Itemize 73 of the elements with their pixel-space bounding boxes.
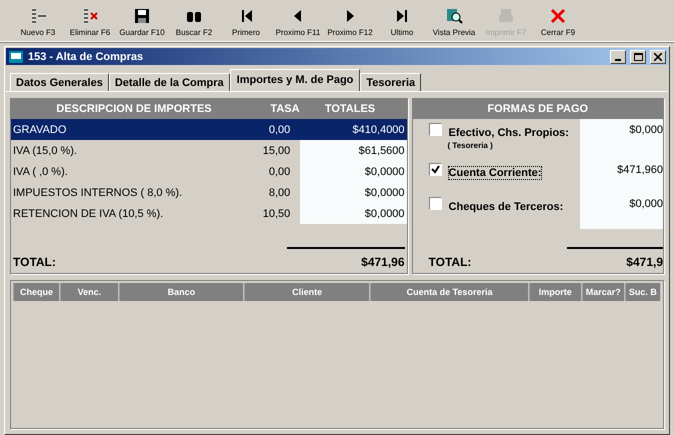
amount-text: $0,000: [628, 123, 663, 138]
toolbar-button[interactable]: Proximo F12: [324, 2, 376, 42]
column-header[interactable]: Importe: [528, 283, 582, 301]
column-header: DESCRIPCION DE IMPORTES: [55, 103, 213, 115]
window-title: 153 - Alta de Compras: [28, 50, 144, 62]
tab[interactable]: Tesoreria: [360, 73, 422, 91]
total-value: $471,9: [567, 247, 663, 269]
table-cell-text: RETENCION DE IVA (10,5 %).: [12, 206, 164, 222]
table-row[interactable]: RETENCION DE IVA (10,5 %). 10,50 $0,0000: [11, 203, 407, 224]
table-cell: $0,0000: [300, 182, 407, 203]
note-text: ( Tesoreria ): [448, 141, 494, 150]
column-header: TOTALES: [324, 103, 376, 115]
magnifier-icon: [445, 7, 463, 25]
app-icon: [8, 50, 24, 64]
toolbar-button[interactable]: Primero: [220, 2, 272, 42]
column-header: TASA: [269, 103, 301, 115]
checkbox-label[interactable]: Cheques de Terceros:: [448, 200, 564, 214]
close-icon: [654, 52, 662, 60]
toolbar-button[interactable]: Ultimo: [376, 2, 428, 42]
table-cell-text: 0,00: [268, 164, 292, 180]
toolbar-button[interactable]: Buscar F2: [168, 2, 220, 42]
toolbar-button[interactable]: Proximo F11: [272, 2, 324, 42]
minimize-button[interactable]: [610, 50, 626, 64]
table-cell-text: IVA ( ,0 %).: [12, 164, 69, 180]
checkbox-label[interactable]: Cuenta Corriente:: [448, 166, 542, 180]
table-cell-text: IMPUESTOS INTERNOS ( 8,0 %).: [12, 186, 184, 200]
total-label: TOTAL:: [13, 255, 56, 269]
table-cell-text: GRAVADO: [12, 122, 68, 138]
maximize-button[interactable]: [630, 50, 646, 64]
amount-text: $471,960: [616, 163, 663, 178]
total-label: TOTAL:: [428, 255, 472, 269]
table-cell-text: $410,4000: [352, 122, 406, 138]
toolbar-button[interactable]: Guardar F10: [116, 2, 168, 42]
check-icon: [430, 165, 440, 174]
column-header[interactable]: Banco: [118, 283, 244, 301]
column-header[interactable]: Venc.: [60, 283, 119, 301]
total-value: $471,96: [286, 247, 405, 269]
column-header[interactable]: Suc. B: [624, 283, 661, 301]
column-header[interactable]: Marcar?: [582, 283, 625, 301]
column-header[interactable]: Cuenta de Tesoreria: [370, 283, 529, 301]
panel-title: FORMAS DE PAGO: [486, 103, 590, 115]
toolbar-button[interactable]: Cerrar F9: [532, 2, 584, 42]
maximize-icon: [634, 52, 642, 60]
list-icon: [29, 7, 47, 25]
checkbox[interactable]: [428, 163, 442, 176]
table-cell-text: 0,00: [268, 122, 292, 138]
list-delete-icon: [81, 7, 99, 25]
column-header[interactable]: Cheque: [13, 283, 60, 301]
table-cell-text: 15,00: [262, 144, 292, 158]
checkbox[interactable]: [428, 123, 442, 136]
close-button[interactable]: [650, 50, 666, 64]
table-cell-text: 8,00: [268, 186, 292, 200]
toolbar-button[interactable]: Eliminar F6: [64, 2, 116, 42]
table-row[interactable]: GRAVADO 0,00 $410,4000: [11, 119, 407, 140]
table-cell: $61,5600: [300, 140, 407, 161]
table-row[interactable]: IMPUESTOS INTERNOS ( 8,0 %). 8,00 $0,0000: [11, 182, 407, 203]
table-cell: $0,0000: [300, 161, 407, 182]
checkbox[interactable]: [428, 197, 442, 210]
minimize-icon: [615, 58, 621, 60]
table-cell: $0,0000: [300, 203, 407, 224]
table-row[interactable]: IVA (15,0 %). 15,00 $61,5600: [11, 140, 407, 161]
toolbar-button[interactable]: Nuevo F3: [12, 2, 64, 42]
checkbox-label[interactable]: Efectivo, Chs. Propios:: [448, 126, 570, 140]
tab[interactable]: Datos Generales: [10, 73, 109, 91]
table-row[interactable]: IVA ( ,0 %). 0,00 $0,0000: [11, 161, 407, 182]
tab[interactable]: Importes y M. de Pago: [230, 69, 360, 91]
amount-text: $0,000: [628, 197, 663, 212]
toolbar-button[interactable]: Vista Previa: [428, 2, 480, 42]
table-cell-text: 10,50: [262, 206, 292, 222]
close-icon: [549, 7, 567, 25]
tab[interactable]: Detalle de la Compra: [108, 73, 230, 91]
table-cell-text: IVA (15,0 %).: [12, 144, 78, 158]
column-header[interactable]: Cliente: [244, 283, 370, 301]
